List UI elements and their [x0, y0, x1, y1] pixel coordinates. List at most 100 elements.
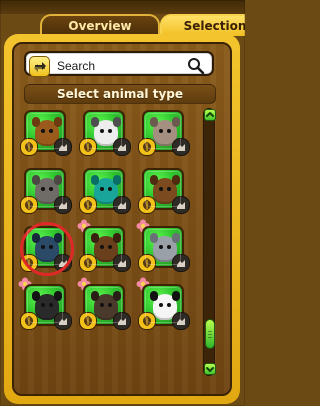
food-icon — [79, 138, 97, 156]
animal-eye-right — [167, 245, 171, 249]
animal-eye-left — [100, 303, 104, 307]
scroll-up-button[interactable] — [204, 109, 216, 121]
animal-tile[interactable] — [79, 226, 131, 272]
animal-ear-right — [54, 291, 62, 301]
chevron-up-icon — [206, 112, 214, 117]
food-icon — [20, 312, 38, 330]
boar-icon — [32, 291, 62, 320]
animal-eye-left — [41, 303, 45, 307]
animal-ear-left — [150, 233, 158, 243]
food-icon — [79, 196, 97, 214]
animal-ear-right — [54, 233, 62, 243]
animal-tile[interactable] — [20, 168, 72, 214]
animal-tile[interactable] — [79, 284, 131, 330]
elephant-icon — [150, 233, 180, 262]
animal-tile[interactable] — [138, 226, 190, 272]
habitat-icon — [172, 254, 190, 272]
animal-ear-right — [113, 233, 121, 243]
top-strip — [0, 0, 245, 14]
gorilla-icon — [91, 291, 121, 320]
section-title: Select animal type — [24, 84, 216, 104]
tab-selection-label: Selection — [183, 19, 245, 33]
animal-ear-left — [91, 175, 99, 185]
tab-selection[interactable]: Selection — [160, 14, 245, 36]
animal-ear-left — [32, 291, 40, 301]
animal-ear-left — [32, 117, 40, 127]
animal-ear-right — [113, 175, 121, 185]
animal-eye-right — [167, 187, 171, 191]
habitat-icon — [54, 312, 72, 330]
animal-tile[interactable] — [79, 110, 131, 156]
animal-tile[interactable] — [138, 284, 190, 330]
zebra-icon — [91, 117, 121, 146]
chevron-down-icon — [206, 367, 214, 372]
animal-eye-left — [41, 129, 45, 133]
animal-ear-left — [32, 233, 40, 243]
animal-eye-left — [159, 303, 163, 307]
scroll-down-button[interactable] — [204, 363, 216, 375]
animal-tile[interactable] — [138, 168, 190, 214]
animal-grid — [18, 110, 200, 380]
animal-ear-right — [172, 175, 180, 185]
animal-eye-right — [49, 303, 53, 307]
animal-tile[interactable] — [79, 168, 131, 214]
chameleon-icon — [91, 175, 121, 204]
scroll-thumb[interactable] — [205, 319, 215, 349]
animal-eye-right — [49, 129, 53, 133]
animal-ear-left — [150, 117, 158, 127]
tab-overview-label: Overview — [68, 19, 132, 33]
habitat-icon — [54, 196, 72, 214]
habitat-icon — [172, 138, 190, 156]
animal-eye-left — [159, 245, 163, 249]
habitat-icon — [113, 254, 131, 272]
animal-eye-right — [167, 303, 171, 307]
animal-eye-right — [49, 187, 53, 191]
habitat-icon — [113, 312, 131, 330]
animal-ear-right — [172, 117, 180, 127]
panda-icon — [150, 291, 180, 320]
animal-eye-left — [159, 129, 163, 133]
animal-ear-left — [32, 175, 40, 185]
beaver-icon — [150, 175, 180, 204]
animal-tile[interactable] — [138, 110, 190, 156]
animal-eye-left — [100, 129, 104, 133]
food-icon — [20, 138, 38, 156]
animal-selection-panel: Overview Selection Select animal type — [0, 0, 245, 406]
animal-ear-left — [91, 117, 99, 127]
animal-eye-left — [100, 245, 104, 249]
food-icon — [79, 312, 97, 330]
animal-tile[interactable] — [20, 284, 72, 330]
search-icon[interactable] — [187, 57, 205, 75]
animal-ear-left — [91, 233, 99, 243]
animal-tile[interactable] — [20, 110, 72, 156]
animal-ear-left — [91, 291, 99, 301]
search-field-container — [26, 53, 212, 77]
animal-ear-right — [172, 233, 180, 243]
animal-eye-right — [108, 129, 112, 133]
search-mode-button[interactable] — [29, 56, 50, 77]
animal-eye-left — [100, 187, 104, 191]
animal-eye-left — [41, 245, 45, 249]
food-icon — [79, 254, 97, 272]
animal-ear-right — [54, 117, 62, 127]
food-icon — [138, 254, 156, 272]
search-input[interactable] — [57, 57, 187, 75]
animal-ear-left — [150, 175, 158, 185]
animal-eye-left — [41, 187, 45, 191]
animal-ear-left — [150, 291, 158, 301]
animal-tile[interactable] — [20, 222, 74, 276]
thumb-grip-3 — [208, 337, 212, 338]
habitat-icon — [113, 196, 131, 214]
monkey-icon — [91, 233, 121, 262]
animal-eye-right — [49, 245, 53, 249]
wild-cat-icon — [32, 117, 62, 146]
food-icon — [138, 138, 156, 156]
thumb-grip-1 — [208, 331, 212, 332]
tab-overview[interactable]: Overview — [40, 14, 160, 36]
ostrich-icon — [150, 117, 180, 146]
food-icon — [138, 196, 156, 214]
scrollbar[interactable] — [203, 108, 216, 376]
thumb-grip-2 — [208, 334, 212, 335]
section-title-text: Select animal type — [57, 87, 183, 101]
animal-eye-left — [159, 187, 163, 191]
